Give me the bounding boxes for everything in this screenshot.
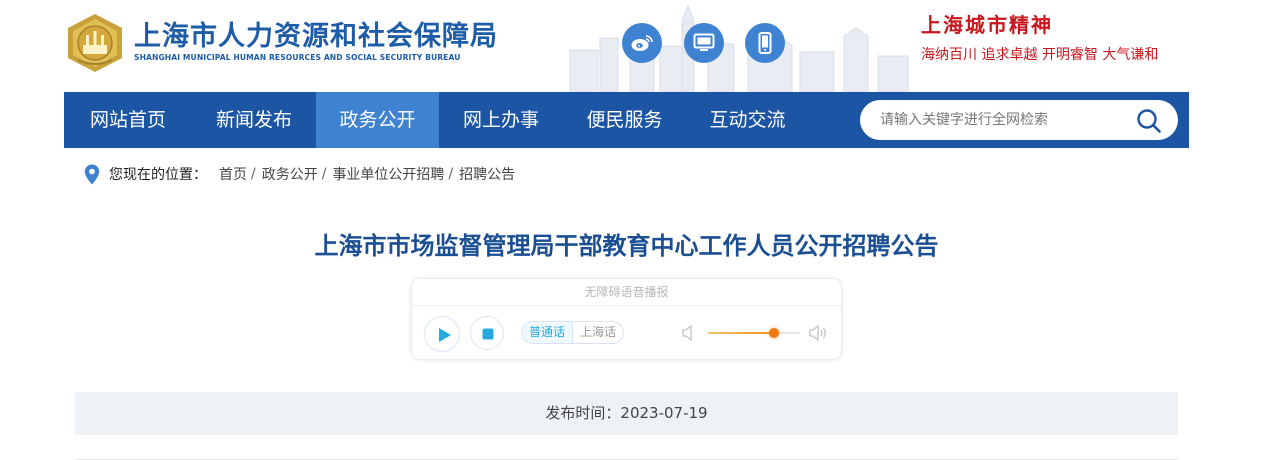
monitor-icon xyxy=(693,33,715,51)
audio-widget-title: 无障碍语音播报 xyxy=(412,279,841,306)
publish-info-bar: 发布时间：2023-07-19 xyxy=(75,392,1178,435)
nav-item-interaction[interactable]: 互动交流 xyxy=(686,92,809,148)
bureau-name-english: SHANGHAI MUNICIPAL HUMAN RESOURCES AND S… xyxy=(134,53,461,62)
breadcrumb: 您现在的位置： 首页 / 政务公开 / 事业单位公开招聘 / 招聘公告 xyxy=(84,162,515,186)
nav-item-government-affairs[interactable]: 政务公开 xyxy=(316,92,439,148)
nav-item-online-services[interactable]: 网上办事 xyxy=(439,92,563,148)
weibo-icon xyxy=(631,35,653,51)
search-input[interactable] xyxy=(880,108,1130,132)
volume-low-icon xyxy=(682,324,692,342)
search-box xyxy=(860,100,1178,140)
nav-item-public-services[interactable]: 便民服务 xyxy=(563,92,686,148)
mandarin-option[interactable]: 普通话 xyxy=(522,322,573,343)
bureau-emblem-icon[interactable] xyxy=(64,12,126,74)
article-title: 上海市市场监督管理局干部教育中心工作人员公开招聘公告 xyxy=(314,232,939,260)
shanghainese-option[interactable]: 上海话 xyxy=(572,322,623,343)
weibo-button[interactable] xyxy=(622,23,662,63)
mobile-version-button[interactable] xyxy=(745,23,785,63)
dialect-switch: 普通话 上海话 xyxy=(521,321,625,344)
volume-high-icon xyxy=(809,324,826,342)
nav-item-news[interactable]: 新闻发布 xyxy=(192,92,316,148)
publish-label: 发布时间： xyxy=(545,404,621,422)
publish-date: 2023-07-19 xyxy=(620,404,708,422)
breadcrumb-separator: / xyxy=(251,166,256,182)
breadcrumb-separator: / xyxy=(448,166,454,182)
site-header: 上海市人力资源和社会保障局 SHANGHAI MUNICIPAL HUMAN R… xyxy=(0,0,1269,92)
stop-icon xyxy=(482,328,494,340)
play-button[interactable] xyxy=(424,316,460,352)
volume-slider[interactable] xyxy=(708,328,800,338)
location-pin-icon xyxy=(84,164,100,184)
audio-broadcast-widget: 无障碍语音播报 普通话 上海话 xyxy=(412,279,841,359)
search-icon[interactable] xyxy=(1136,108,1162,134)
volume-slider-handle[interactable] xyxy=(769,328,780,338)
city-spirit-title: 上海城市精神 xyxy=(921,13,1053,37)
breadcrumb-separator: / xyxy=(321,166,327,182)
volume-slider-fill xyxy=(708,332,775,334)
nav-item-home[interactable]: 网站首页 xyxy=(64,92,192,148)
breadcrumb-public-recruitment[interactable]: 事业单位公开招聘 xyxy=(332,164,444,184)
mobile-icon xyxy=(758,32,772,54)
breadcrumb-government-affairs[interactable]: 政务公开 xyxy=(262,164,318,184)
breadcrumb-label: 您现在的位置： xyxy=(109,167,207,183)
breadcrumb-home[interactable]: 首页 xyxy=(219,164,247,184)
pc-version-button[interactable] xyxy=(684,23,724,63)
breadcrumb-recruitment-notice[interactable]: 招聘公告 xyxy=(459,164,515,184)
city-skyline-image xyxy=(569,4,909,92)
city-spirit-slogan: 海纳百川 追求卓越 开明睿智 大气谦和 xyxy=(921,47,1159,63)
bureau-name[interactable]: 上海市人力资源和社会保障局 xyxy=(134,14,498,53)
stop-button[interactable] xyxy=(470,316,504,350)
play-icon xyxy=(439,328,451,342)
main-nav: 网站首页 新闻发布 政务公开 网上办事 便民服务 互动交流 xyxy=(64,92,1189,148)
